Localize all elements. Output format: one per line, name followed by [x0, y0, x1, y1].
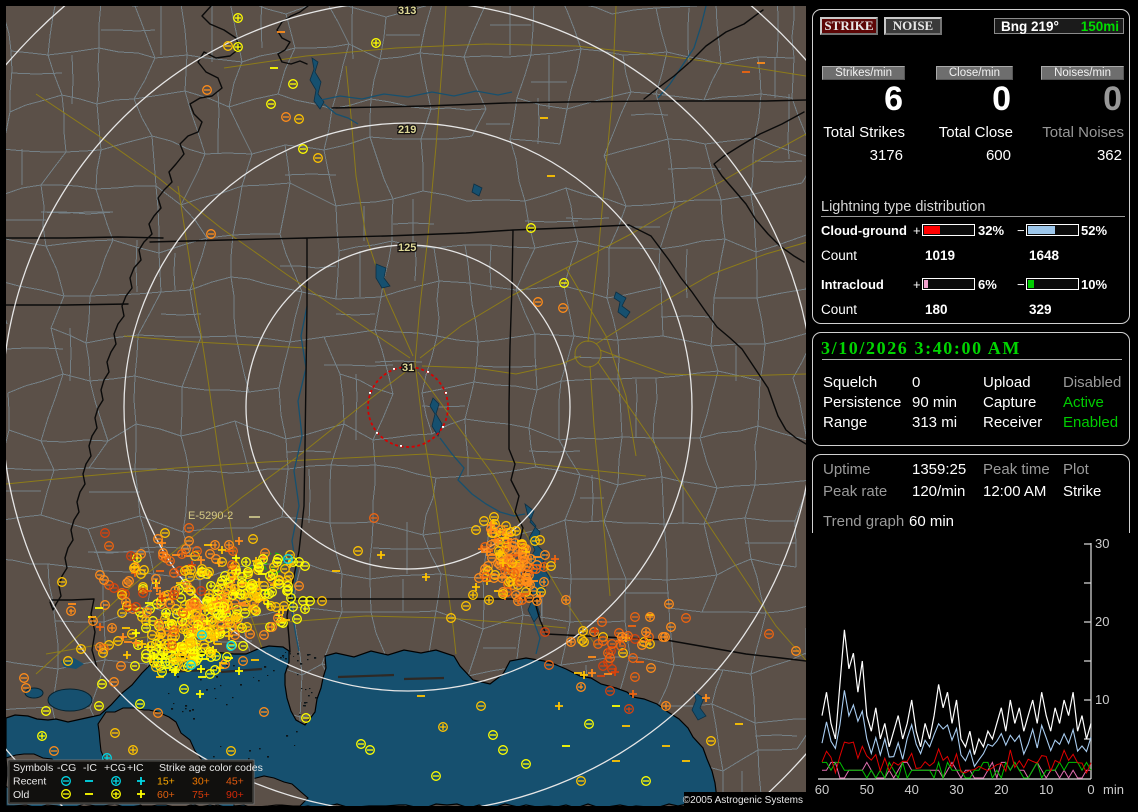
- svg-text:Old: Old: [13, 789, 30, 801]
- svg-text:-CG: -CG: [57, 762, 76, 774]
- svg-text:20: 20: [1095, 614, 1109, 629]
- svg-text:E-5290-2: E-5290-2: [188, 510, 233, 522]
- svg-text:45+: 45+: [226, 776, 244, 788]
- svg-text:60: 60: [815, 782, 829, 797]
- svg-text:31: 31: [402, 362, 414, 374]
- svg-text:60+: 60+: [157, 789, 175, 801]
- svg-text:30: 30: [1095, 536, 1109, 551]
- svg-text:-IC: -IC: [83, 762, 97, 774]
- svg-text:30+: 30+: [192, 776, 210, 788]
- svg-text:75+: 75+: [192, 789, 210, 801]
- svg-text:30: 30: [949, 782, 963, 797]
- svg-text:Recent: Recent: [13, 776, 46, 788]
- svg-text:0: 0: [1087, 782, 1094, 797]
- svg-text:219: 219: [398, 124, 416, 136]
- svg-text:Strike age color codes: Strike age color codes: [159, 762, 263, 774]
- svg-text:125: 125: [398, 242, 416, 254]
- svg-text:20: 20: [994, 782, 1008, 797]
- svg-text:313: 313: [398, 6, 416, 17]
- svg-text:min: min: [1103, 782, 1124, 797]
- svg-text:40: 40: [904, 782, 918, 797]
- svg-text:10: 10: [1095, 692, 1109, 707]
- svg-text:50: 50: [860, 782, 874, 797]
- svg-text:10: 10: [1039, 782, 1053, 797]
- svg-text:90+: 90+: [226, 789, 244, 801]
- svg-text:+IC: +IC: [127, 762, 144, 774]
- svg-text:15+: 15+: [157, 776, 175, 788]
- svg-text:Symbols: Symbols: [13, 762, 53, 774]
- svg-text:+CG: +CG: [104, 762, 126, 774]
- svg-text:©2005 Astrogenic Systems: ©2005 Astrogenic Systems: [683, 795, 803, 806]
